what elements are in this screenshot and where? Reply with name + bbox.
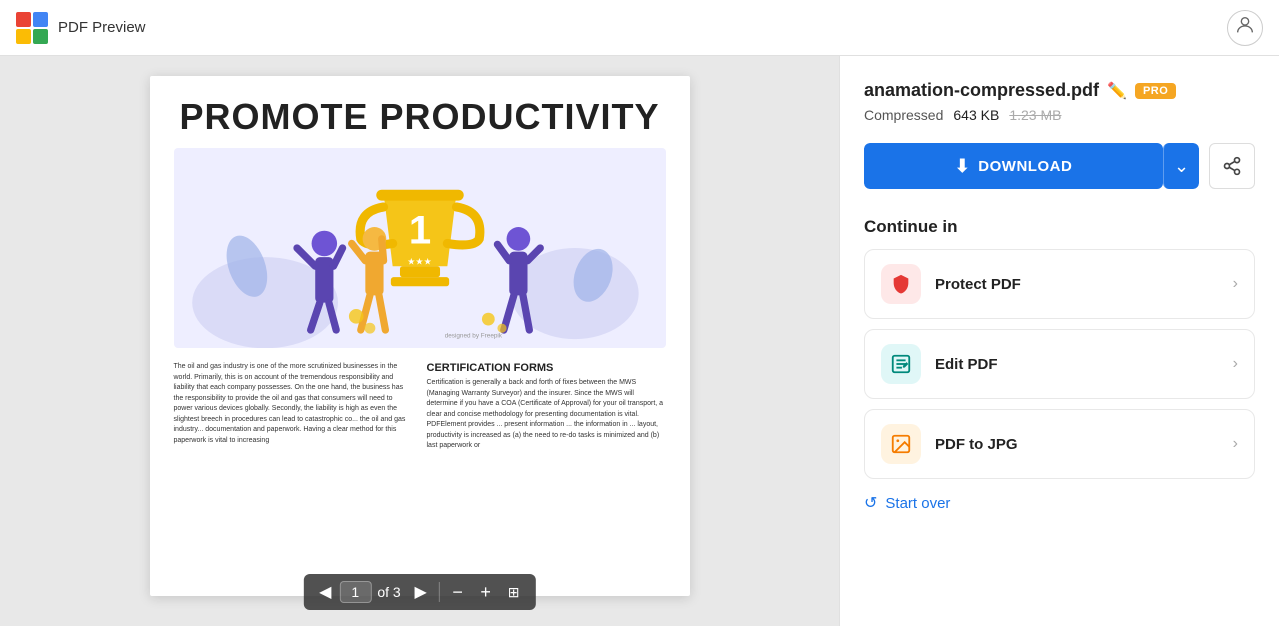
logo-cell-green: [33, 29, 48, 44]
zoom-in-button[interactable]: +: [472, 578, 500, 606]
pdf-body-left: The oil and gas industry is one of the m…: [174, 362, 413, 446]
next-page-button[interactable]: ▶: [407, 578, 435, 606]
file-meta: Compressed 643 KB 1.23 MB: [864, 107, 1255, 123]
pdf-to-jpg-left: PDF to JPG: [881, 424, 1018, 464]
svg-text:designed by Freepik: designed by Freepik: [444, 332, 502, 339]
app-title: PDF Preview: [58, 19, 146, 36]
pdf-controls: ◀ of 3 ▶ − + ⊞: [303, 574, 535, 610]
pdf-to-jpg-chevron: ›: [1233, 435, 1238, 453]
pdf-to-jpg-label: PDF to JPG: [935, 436, 1018, 453]
user-avatar-button[interactable]: [1227, 10, 1263, 46]
app-logo: [16, 12, 48, 44]
fit-page-button[interactable]: ⊞: [500, 578, 528, 606]
pdf-preview-area: PROMOTE PRODUCTIVITY: [0, 56, 839, 626]
pdf-content-columns: The oil and gas industry is one of the m…: [174, 362, 666, 452]
edit-pdf-icon: [881, 344, 921, 384]
download-label: DOWNLOAD: [978, 158, 1072, 175]
pdf-page: PROMOTE PRODUCTIVITY: [150, 76, 690, 596]
logo-cell-red: [16, 12, 31, 27]
controls-separator: [439, 582, 440, 602]
continue-label: Continue in: [864, 217, 1255, 237]
page-number-input[interactable]: [339, 581, 371, 603]
svg-text:1: 1: [408, 208, 430, 252]
logo-cell-blue: [33, 12, 48, 27]
download-button[interactable]: ⬇ DOWNLOAD: [864, 143, 1163, 189]
edit-pdf-chevron: ›: [1233, 355, 1238, 373]
pdf-body-right: Certification is generally a back and fo…: [427, 378, 666, 452]
logo-cell-yellow: [16, 29, 31, 44]
compression-label: Compressed: [864, 107, 943, 123]
edit-pdf-card[interactable]: Edit PDF ›: [864, 329, 1255, 399]
pdf-to-jpg-icon: [881, 424, 921, 464]
share-button[interactable]: [1209, 143, 1255, 189]
file-name-row: anamation-compressed.pdf ✏️ PRO: [864, 80, 1255, 101]
edit-pdf-left: Edit PDF: [881, 344, 998, 384]
prev-page-button[interactable]: ◀: [311, 578, 339, 606]
main-layout: PROMOTE PRODUCTIVITY: [0, 56, 1279, 626]
protect-pdf-left: Protect PDF: [881, 264, 1021, 304]
user-icon: [1234, 14, 1256, 42]
pdf-illustration: 1 ★★★: [174, 148, 666, 348]
file-info: anamation-compressed.pdf ✏️ PRO Compress…: [864, 80, 1255, 123]
pdf-left-column: The oil and gas industry is one of the m…: [174, 362, 413, 452]
download-icon: ⬇: [955, 156, 971, 177]
zoom-out-button[interactable]: −: [444, 578, 472, 606]
download-row: ⬇ DOWNLOAD ⌄: [864, 143, 1255, 189]
edit-pdf-label: Edit PDF: [935, 356, 998, 373]
page-total: of 3: [377, 584, 400, 600]
header: PDF Preview: [0, 0, 1279, 56]
protect-pdf-card[interactable]: Protect PDF ›: [864, 249, 1255, 319]
download-options-button[interactable]: ⌄: [1163, 143, 1199, 189]
original-size: 1.23 MB: [1009, 107, 1061, 123]
protect-pdf-label: Protect PDF: [935, 276, 1021, 293]
start-over-icon: ↺: [864, 493, 877, 513]
pro-badge: PRO: [1135, 83, 1176, 99]
file-name: anamation-compressed.pdf: [864, 80, 1099, 101]
edit-filename-icon[interactable]: ✏️: [1107, 81, 1127, 101]
start-over-button[interactable]: ↺ Start over: [864, 493, 1255, 513]
header-left: PDF Preview: [16, 12, 146, 44]
download-btn-group: ⬇ DOWNLOAD ⌄: [864, 143, 1199, 189]
pdf-right-column: CERTIFICATION FORMS Certification is gen…: [427, 362, 666, 452]
protect-pdf-icon: [881, 264, 921, 304]
start-over-label: Start over: [885, 495, 950, 512]
pdf-section-title: CERTIFICATION FORMS: [427, 362, 666, 374]
compressed-size: 643 KB: [953, 107, 999, 123]
pdf-title: PROMOTE PRODUCTIVITY: [174, 96, 666, 138]
protect-pdf-chevron: ›: [1233, 275, 1238, 293]
pdf-to-jpg-card[interactable]: PDF to JPG ›: [864, 409, 1255, 479]
sidebar: anamation-compressed.pdf ✏️ PRO Compress…: [839, 56, 1279, 626]
svg-text:★★★: ★★★: [407, 256, 432, 266]
